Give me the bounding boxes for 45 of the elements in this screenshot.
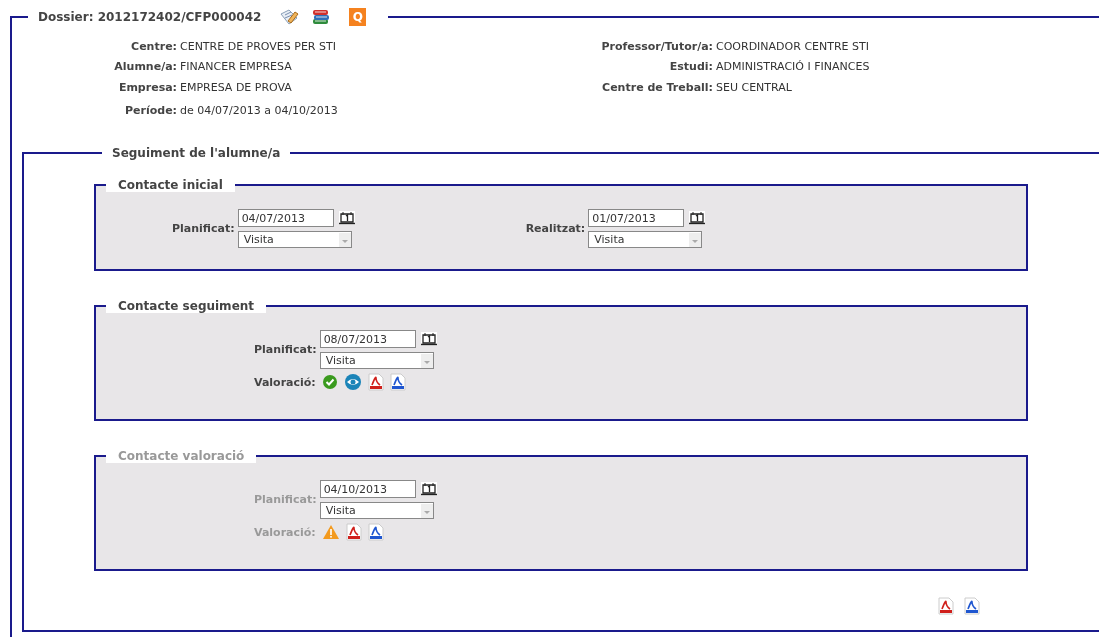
date-field[interactable]: 04/07/2013 [237, 209, 334, 227]
edit-icon[interactable] [279, 8, 300, 26]
pdf-icon[interactable] [367, 373, 384, 391]
field-value: CENTRE DE PROVES PER STI [180, 39, 336, 53]
calendar-icon[interactable] [688, 210, 707, 226]
field-label: Realitzat: [525, 222, 586, 235]
pdf-icon[interactable] [389, 373, 406, 391]
field-label: Valoració: [254, 525, 316, 539]
pdf-icon[interactable] [938, 597, 954, 615]
field-label: Professor/Tutor/a: [600, 39, 713, 53]
field-label: Planificat: [254, 493, 317, 506]
field-value: COORDINADOR CENTRE STI [716, 39, 869, 53]
pdf-icon[interactable] [345, 523, 362, 541]
section-title: Contacte seguiment [106, 299, 267, 313]
field-value: SEU CENTRAL [716, 80, 792, 94]
field-label: Centre: [130, 39, 177, 53]
field-label: Centre de Treball: [601, 80, 713, 94]
section-title: Contacte inicial [106, 178, 235, 192]
field-value: EMPRESA DE PROVA [180, 80, 292, 94]
field-label: Empresa: [117, 80, 177, 94]
books-icon[interactable] [311, 8, 332, 26]
field-value: de 04/07/2013 a 04/10/2013 [180, 104, 338, 118]
pdf-icon[interactable] [367, 523, 384, 541]
field-label: Planificat: [254, 343, 317, 356]
type-dropdown[interactable]: Visita [319, 352, 434, 369]
date-field[interactable]: 08/07/2013 [319, 330, 416, 348]
field-label: Alumne/a: [113, 60, 177, 74]
eye-icon[interactable] [343, 373, 362, 391]
dossier-title: Dossier: 2012172402/CFP000042 [38, 10, 262, 24]
pdf-icon[interactable] [964, 597, 980, 615]
field-label: Període: [124, 104, 177, 118]
section-title: Seguiment de l'alumne/a [111, 146, 282, 160]
date-field[interactable]: 01/07/2013 [588, 209, 685, 227]
field-value: FINANCER EMPRESA [180, 60, 292, 74]
type-dropdown[interactable]: Visita [588, 231, 703, 248]
field-label: Estudi: [668, 60, 713, 74]
field-label: Valoració: [254, 375, 316, 389]
field-label: Planificat: [172, 222, 235, 235]
field-value: ADMINISTRACIÓ I FINANCES [716, 60, 870, 74]
check-icon[interactable] [321, 374, 338, 390]
calendar-icon[interactable] [419, 331, 438, 347]
section-title: Contacte valoració [106, 449, 257, 463]
calendar-icon[interactable] [337, 210, 356, 226]
calendar-icon[interactable] [419, 481, 438, 497]
type-dropdown[interactable]: Visita [237, 231, 352, 248]
